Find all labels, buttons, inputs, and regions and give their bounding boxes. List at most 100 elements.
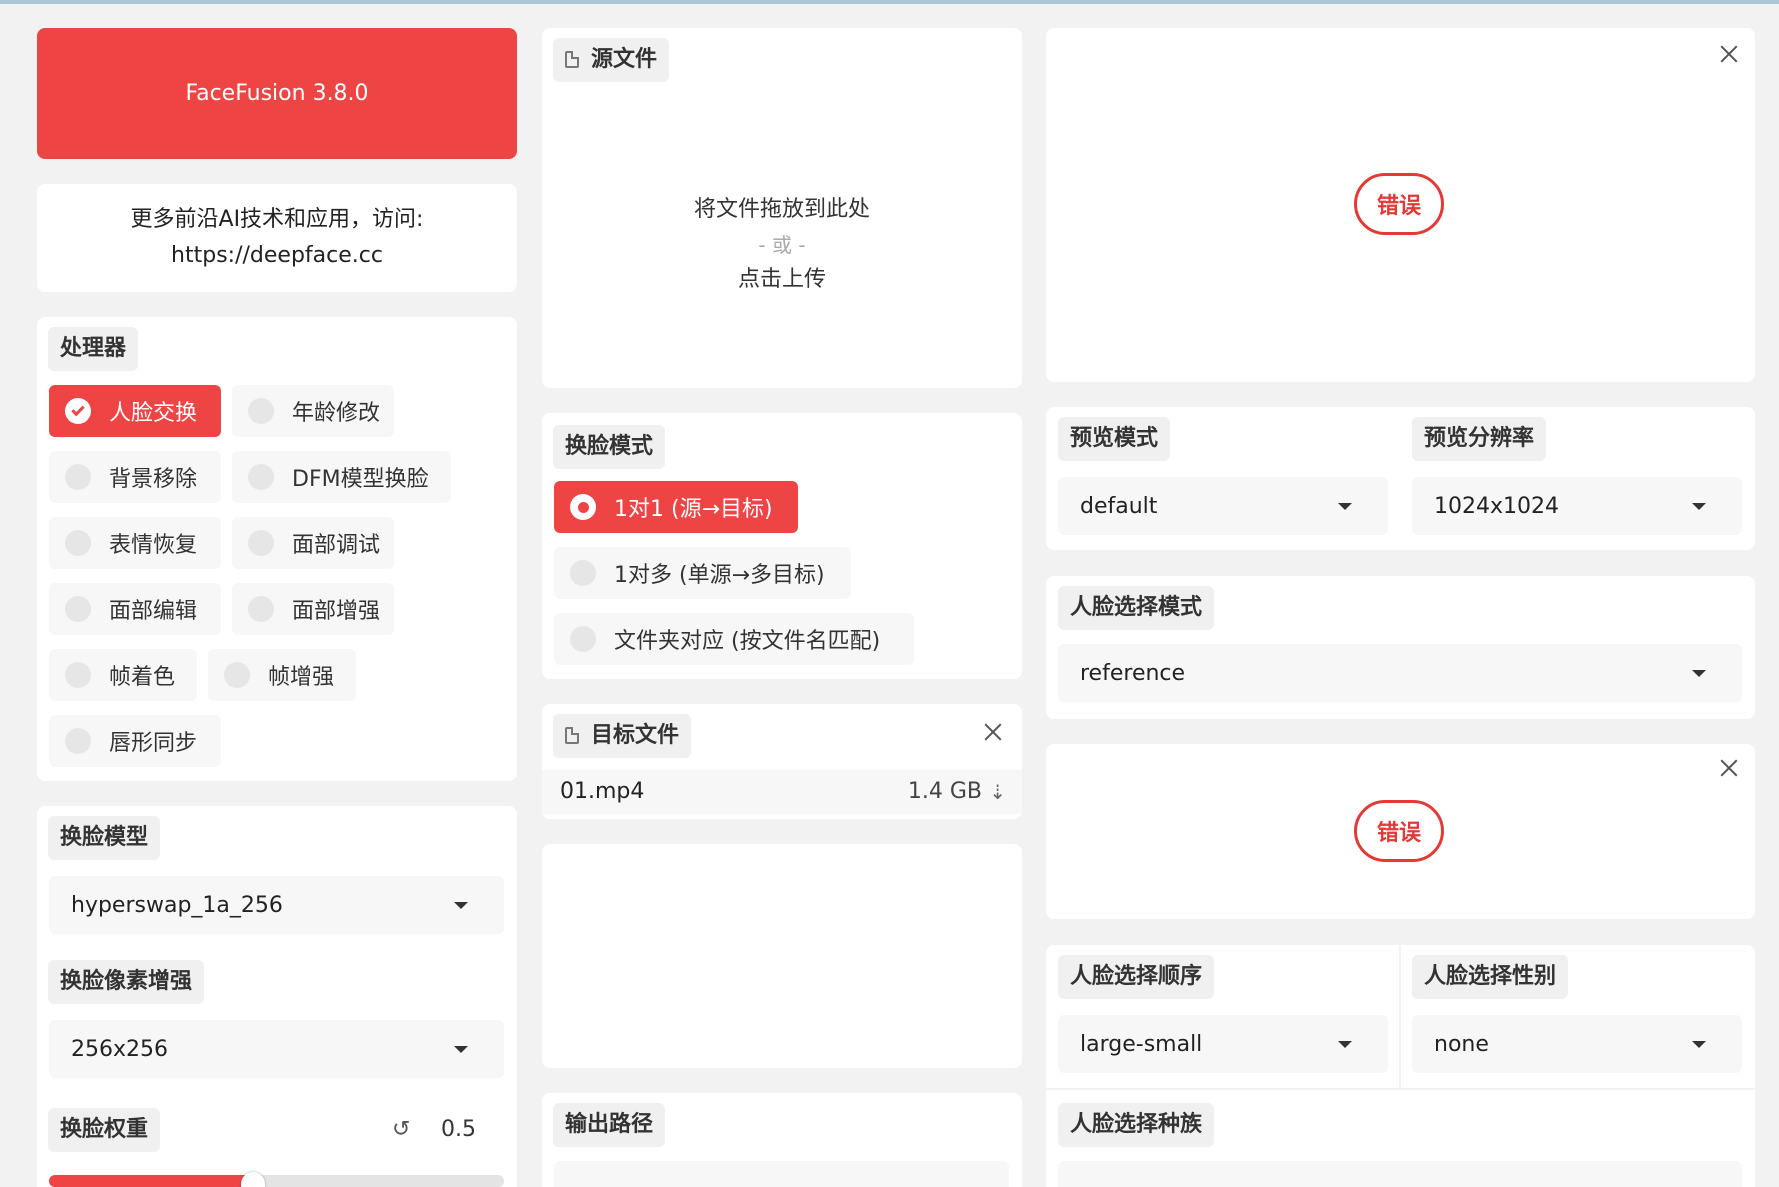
processor-dfm-swapper[interactable]: DFM模型换脸 — [232, 451, 451, 503]
file-icon — [565, 51, 579, 68]
face-selector-panel: 人脸选择顺序 large-small 人脸选择性别 none 人脸选择种族 — [1046, 945, 1755, 1187]
checkbox-checked-icon — [65, 398, 91, 424]
face-race-select[interactable] — [1058, 1161, 1742, 1187]
preview-mode-select[interactable]: default — [1058, 477, 1388, 535]
pixel-boost-select[interactable]: 256x256 — [49, 1020, 504, 1078]
swap-mode-option-label: 文件夹对应 (按文件名匹配) — [614, 629, 881, 654]
processor-face-editor[interactable]: 面部编辑 — [49, 583, 221, 635]
top-accent-line — [0, 0, 1779, 4]
target-file-row[interactable]: 01.mp4 1.4 GB ⇣ — [542, 770, 1022, 814]
processor-label: 背景移除 — [109, 467, 198, 492]
pixel-boost-label: 换脸像素增强 — [48, 960, 205, 1004]
checkbox-unchecked-icon — [248, 398, 274, 424]
swap-mode-option-label: 1对1 (源→目标) — [614, 497, 773, 522]
processor-label: 面部增强 — [292, 599, 381, 624]
target-close-icon[interactable] — [982, 721, 1004, 743]
processor-lip-syncer[interactable]: 唇形同步 — [49, 715, 221, 767]
processor-label: 表情恢复 — [109, 533, 198, 558]
face-gender-value: none — [1434, 1031, 1489, 1057]
app-title-banner: FaceFusion 3.8.0 — [37, 28, 517, 159]
face-selector-hdivider — [1046, 1088, 1755, 1090]
processor-label: 面部编辑 — [109, 599, 198, 624]
processor-label: 人脸交换 — [109, 401, 198, 426]
preview-bottom-close-icon[interactable] — [1718, 757, 1740, 779]
checkbox-unchecked-icon — [65, 728, 91, 754]
click-upload-text: 点击上传 — [737, 267, 826, 292]
processor-background-remover[interactable]: 背景移除 — [49, 451, 221, 503]
swap-model-select[interactable]: hyperswap_1a_256 — [49, 876, 504, 934]
target-file-size: 1.4 GB — [907, 779, 982, 804]
preview-bottom-panel: 错误 — [1046, 744, 1755, 919]
processor-face-debugger[interactable]: 面部调试 — [232, 517, 394, 569]
chevron-down-icon — [454, 1046, 468, 1053]
face-selector-mode-panel: 人脸选择模式 reference — [1046, 576, 1755, 719]
processors-label: 处理器 — [48, 327, 139, 371]
swap-mode-label: 换脸模式 — [553, 425, 666, 469]
processor-face-enhancer[interactable]: 面部增强 — [232, 583, 394, 635]
face-selector-mode-select[interactable]: reference — [1058, 644, 1742, 702]
preview-top-error-badge: 错误 — [1354, 173, 1444, 235]
checkbox-unchecked-icon — [65, 596, 91, 622]
drop-text: 将文件拖放到此处 — [693, 197, 870, 222]
processor-frame-colorizer[interactable]: 帧着色 — [49, 649, 197, 701]
app-root: FaceFusion 3.8.0 更多前沿AI技术和应用，访问: https:/… — [0, 0, 1779, 1187]
chevron-down-icon — [1692, 1041, 1706, 1048]
output-path-input[interactable] — [554, 1161, 1009, 1187]
swap-mode-option-one-to-one[interactable]: 1对1 (源→目标) — [554, 481, 798, 533]
checkbox-unchecked-icon — [248, 530, 274, 556]
file-icon — [565, 727, 579, 744]
checkbox-unchecked-icon — [65, 464, 91, 490]
chevron-down-icon — [454, 902, 468, 909]
promo-panel: 更多前沿AI技术和应用，访问: https://deepface.cc — [37, 184, 517, 292]
face-selector-mode-value: reference — [1080, 660, 1186, 686]
checkbox-unchecked-icon — [248, 464, 274, 490]
chevron-down-icon — [1338, 1041, 1352, 1048]
processor-frame-enhancer[interactable]: 帧增强 — [208, 649, 356, 701]
radio-unselected-icon — [570, 560, 596, 586]
face-order-label: 人脸选择顺序 — [1058, 955, 1215, 999]
target-preview-area — [542, 844, 1022, 1068]
processor-label: 年龄修改 — [292, 401, 381, 426]
download-icon[interactable]: ⇣ — [989, 770, 1006, 814]
target-label: 目标文件 — [553, 714, 692, 758]
source-upload-area[interactable]: 将文件拖放到此处 - 或 - 点击上传 — [542, 108, 1022, 368]
source-panel: 源文件 将文件拖放到此处 - 或 - 点击上传 — [542, 28, 1022, 388]
preview-resolution-label: 预览分辨率 — [1412, 417, 1547, 461]
app-title: FaceFusion 3.8.0 — [185, 81, 369, 106]
preview-bottom-error-badge: 错误 — [1354, 800, 1444, 862]
processor-label: DFM模型换脸 — [292, 467, 429, 492]
radio-unselected-icon — [570, 626, 596, 652]
processor-label: 面部调试 — [292, 533, 381, 558]
face-order-select[interactable]: large-small — [1058, 1015, 1388, 1073]
processor-expression-restorer[interactable]: 表情恢复 — [49, 517, 221, 569]
swap-mode-panel: 换脸模式 1对1 (源→目标) 1对多 (单源→多目标) 文件夹对应 (按文件名… — [542, 413, 1022, 679]
face-order-value: large-small — [1080, 1031, 1203, 1057]
swap-model-label: 换脸模型 — [48, 816, 161, 860]
checkbox-unchecked-icon — [65, 530, 91, 556]
output-panel: 输出路径 — [542, 1093, 1022, 1187]
processor-label: 帧增强 — [268, 665, 335, 690]
swap-weight-slider[interactable] — [49, 1175, 504, 1187]
swap-mode-option-label: 1对多 (单源→多目标) — [614, 563, 825, 588]
pixel-boost-value: 256x256 — [71, 1036, 169, 1062]
swap-mode-option-one-to-many[interactable]: 1对多 (单源→多目标) — [554, 547, 851, 599]
preview-top-panel: 错误 — [1046, 28, 1755, 382]
checkbox-unchecked-icon — [224, 662, 250, 688]
swap-settings-panel: 换脸模型 hyperswap_1a_256 换脸像素增强 256x256 换脸权… — [37, 806, 517, 1187]
processor-face-swapper[interactable]: 人脸交换 — [49, 385, 221, 437]
chevron-down-icon — [1692, 670, 1706, 677]
face-gender-select[interactable]: none — [1412, 1015, 1742, 1073]
processor-age-modifier[interactable]: 年龄修改 — [232, 385, 394, 437]
preview-top-close-icon[interactable] — [1718, 43, 1740, 65]
swap-mode-option-folder[interactable]: 文件夹对应 (按文件名匹配) — [554, 613, 914, 665]
swap-weight-slider-fill — [49, 1175, 245, 1187]
preview-resolution-value: 1024x1024 — [1434, 493, 1559, 519]
promo-link[interactable]: https://deepface.cc — [37, 238, 517, 274]
reset-icon[interactable]: ↺ — [392, 1113, 410, 1147]
preview-resolution-select[interactable]: 1024x1024 — [1412, 477, 1742, 535]
processor-label: 唇形同步 — [109, 731, 198, 756]
preview-mode-label: 预览模式 — [1058, 417, 1171, 461]
checkbox-unchecked-icon — [248, 596, 274, 622]
swap-weight-value[interactable]: 0.5 — [441, 1113, 476, 1147]
target-panel: 目标文件 01.mp4 1.4 GB ⇣ — [542, 704, 1022, 819]
